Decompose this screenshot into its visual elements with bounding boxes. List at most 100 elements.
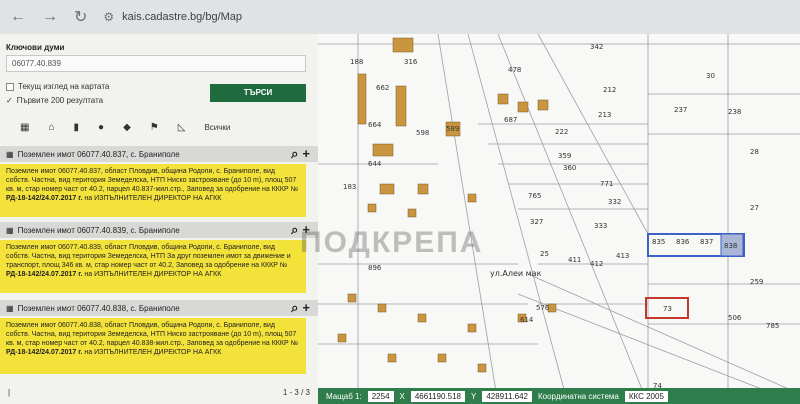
grid-icon: ▦ <box>6 149 14 159</box>
parcel-label: 411 <box>568 256 581 264</box>
approval-prefix: Заповед за одобрение на КККР № <box>175 262 288 269</box>
add-icon[interactable]: + <box>302 146 310 162</box>
pager-first-icon[interactable]: | <box>8 388 10 397</box>
first200-label: Първите 200 резултата <box>16 96 104 105</box>
cadastral-map[interactable]: 342 478 316 188 212 662 213 664 598 222 … <box>318 34 800 404</box>
approval-suffix: на ИЗПЪЛНИТЕЛЕН ДИРЕКТОР НА АГКК <box>84 349 222 356</box>
parcel-label: 614 <box>520 316 534 324</box>
parcel-label: 896 <box>368 264 382 272</box>
search-sidebar: Ключови думи 06077.40.839 Текущ изглед н… <box>0 34 318 404</box>
parcel-label: 598 <box>416 129 429 137</box>
search-input[interactable]: 06077.40.839 <box>6 55 306 72</box>
watermark-text: ПОДКРЕПА <box>300 226 484 259</box>
checkmark-icon[interactable]: ✓ <box>6 96 13 105</box>
browser-toolbar: ← → ↻ ⚙ kais.cadastre.bg/bg/Map <box>0 0 800 34</box>
approval-number: РД-18-142/24.07.2017 г. <box>6 195 83 202</box>
result-details: Поземлен имот 06077.40.837, област Пловд… <box>0 164 306 217</box>
parcel-label: 238 <box>728 108 741 116</box>
y-coordinate: 428911.642 <box>482 390 532 402</box>
parcel-label: 413 <box>616 252 629 260</box>
pager: | 1 - 3 / 3 <box>0 384 318 400</box>
parcel-label: 576 <box>536 304 550 312</box>
crs-label: Координатна система <box>538 391 619 401</box>
parcel-label: 327 <box>530 218 543 226</box>
result-details: Поземлен имот 06077.40.838, област Пловд… <box>0 318 306 374</box>
approval-prefix: Заповед за одобрение на КККР № <box>186 186 299 193</box>
approval-suffix: на ИЗПЪЛНИТЕЛЕН ДИРЕКТОР НА АГКК <box>84 271 222 278</box>
all-label[interactable]: Всички <box>204 123 230 132</box>
parcel-label: 237 <box>674 106 687 114</box>
home-icon[interactable]: ⌂ <box>48 122 54 133</box>
parcel-label: 333 <box>594 222 607 230</box>
grid-icon[interactable]: ▦ <box>20 122 29 133</box>
parcel-label: 212 <box>603 86 616 94</box>
flag-icon[interactable]: ⚑ <box>150 122 159 133</box>
x-coordinate: 4661190.518 <box>410 390 465 402</box>
trash-icon[interactable]: ▮ <box>74 122 80 133</box>
parcel-label: 332 <box>608 198 621 206</box>
pin-icon[interactable]: ● <box>98 122 104 133</box>
zoom-icon[interactable]: ⌕ <box>291 222 298 238</box>
result-title[interactable]: Поземлен имот 06077.40.839, с. Браниполе <box>18 226 180 235</box>
crs-select[interactable]: ККС 2005 <box>624 390 668 402</box>
site-settings-icon[interactable]: ⚙ <box>103 10 114 24</box>
x-label: X <box>399 391 405 401</box>
parcel-label: 188 <box>350 58 363 66</box>
add-icon[interactable]: + <box>302 300 310 316</box>
parcel-label: 589 <box>446 125 459 133</box>
parcel-label: 213 <box>598 111 611 119</box>
zoom-icon[interactable]: ⌕ <box>291 300 298 316</box>
address-bar[interactable]: ⚙ kais.cadastre.bg/bg/Map <box>103 10 242 24</box>
parcel-label: 687 <box>504 116 517 124</box>
polygon-icon[interactable]: ◺ <box>178 122 186 133</box>
current-view-checkbox[interactable]: Текущ изглед на картата <box>6 82 109 91</box>
parcel-label: 316 <box>404 58 418 66</box>
parcel-label: 183 <box>343 183 356 191</box>
parcel-label: 359 <box>558 152 571 160</box>
search-button[interactable]: ТЪРСИ <box>210 84 306 102</box>
parcel-label: 28 <box>750 148 759 156</box>
result-title[interactable]: Поземлен имот 06077.40.837, с. Браниполе <box>18 150 180 159</box>
map-canvas[interactable]: 342 478 316 188 212 662 213 664 598 222 … <box>318 34 800 404</box>
grid-icon: ▦ <box>6 303 14 313</box>
current-view-label: Текущ изглед на картата <box>18 82 110 91</box>
zoom-icon[interactable]: ⌕ <box>291 146 298 162</box>
parcel-label: 478 <box>508 66 521 74</box>
parcel-label: 30 <box>706 72 715 80</box>
parcel-label: 342 <box>590 43 603 51</box>
parcel-label: 785 <box>766 322 779 330</box>
forward-icon[interactable]: → <box>42 8 58 26</box>
parcel-label: 662 <box>376 84 389 92</box>
parcel-label: 412 <box>590 260 603 268</box>
parcel-label: 837 <box>700 238 713 246</box>
parcel-label: 838 <box>724 242 737 250</box>
approval-number: РД-18-142/24.07.2017 г. <box>6 271 83 278</box>
parcel-label: 25 <box>540 250 549 258</box>
result-title[interactable]: Поземлен имот 06077.40.838, с. Браниполе <box>18 304 180 313</box>
parcel-label: 222 <box>555 128 568 136</box>
result-header[interactable]: ▦ Поземлен имот 06077.40.838, с. Бранипо… <box>0 300 318 316</box>
approval-suffix: на ИЗПЪЛНИТЕЛЕН ДИРЕКТОР НА АГКК <box>84 195 222 202</box>
parcel-label: 771 <box>600 180 613 188</box>
keywords-label: Ключови думи <box>6 43 65 52</box>
url-text: kais.cadastre.bg/bg/Map <box>122 11 243 23</box>
layers-icon[interactable]: ◆ <box>123 122 131 133</box>
layer-toolbar: ▦ ⌂ ▮ ● ◆ ⚑ ◺ Всички <box>0 116 318 138</box>
street-label: ул.Алеи мак <box>490 269 542 278</box>
parcel-label: 73 <box>663 305 672 313</box>
grid-icon: ▦ <box>6 225 14 235</box>
y-label: Y <box>470 391 477 401</box>
checkbox-icon[interactable] <box>6 82 14 91</box>
scale-input[interactable]: 2254 <box>367 390 394 402</box>
parcel-label: 836 <box>676 238 690 246</box>
result-details: Поземлен имот 06077.40.839, област Пловд… <box>0 240 306 293</box>
pager-text: 1 - 3 / 3 <box>282 387 310 397</box>
back-icon[interactable]: ← <box>10 8 26 26</box>
result-header[interactable]: ▦ Поземлен имот 06077.40.837, с. Бранипо… <box>0 146 318 162</box>
parcel-label: 506 <box>728 314 742 322</box>
reload-icon[interactable]: ↻ <box>74 7 87 27</box>
first200-checkbox[interactable]: ✓ Първите 200 резултата <box>6 96 103 105</box>
parcel-label: 664 <box>368 121 382 129</box>
result-header[interactable]: ▦ Поземлен имот 06077.40.839, с. Бранипо… <box>0 222 318 238</box>
parcel-label: 27 <box>750 204 759 212</box>
